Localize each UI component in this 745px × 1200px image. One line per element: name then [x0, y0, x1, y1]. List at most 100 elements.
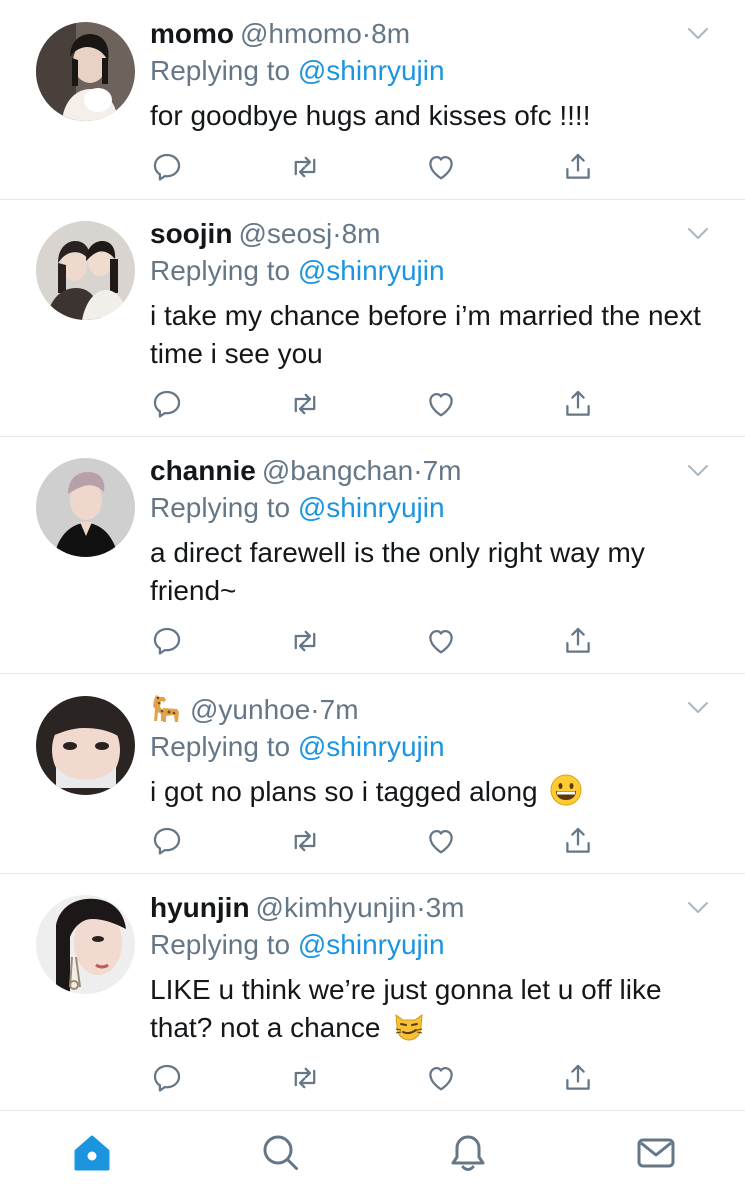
tweet[interactable]: @yunhoe·7m Replying to @shinryujin i got… — [0, 674, 745, 874]
like-icon[interactable] — [424, 824, 458, 858]
smirking-cat-icon — [392, 1009, 426, 1043]
reply-mention[interactable]: @shinryujin — [298, 492, 445, 523]
display-name[interactable]: hyunjin — [150, 892, 250, 923]
retweet-icon[interactable] — [288, 150, 322, 184]
avatar-hyunjin — [36, 895, 135, 994]
tweet-actions — [150, 1061, 610, 1097]
tweet-header: momo @hmomo·8m — [150, 17, 715, 51]
chevron-down-icon[interactable] — [687, 901, 709, 915]
reply-mention[interactable]: @shinryujin — [298, 731, 445, 762]
reply-context: Replying to @shinryujin — [150, 729, 715, 765]
avatar-channie — [36, 458, 135, 557]
avatar-soojin — [36, 221, 135, 320]
share-icon[interactable] — [561, 824, 595, 858]
search-icon[interactable] — [259, 1131, 303, 1175]
share-icon[interactable] — [561, 387, 595, 421]
tweet-actions — [150, 624, 610, 660]
reply-prefix: Replying to — [150, 55, 291, 86]
chevron-down-icon[interactable] — [687, 27, 709, 41]
chevron-down-icon[interactable] — [687, 227, 709, 241]
display-name[interactable]: channie — [150, 455, 256, 486]
handle[interactable]: @hmomo — [240, 18, 362, 49]
handle[interactable]: @kimhyunjin — [256, 892, 417, 923]
reply-icon[interactable] — [150, 1061, 184, 1095]
reply-prefix: Replying to — [150, 255, 291, 286]
separator-dot: · — [310, 694, 320, 725]
like-icon[interactable] — [424, 624, 458, 658]
reply-context: Replying to @shinryujin — [150, 53, 715, 89]
tweet[interactable]: soojin @seosj·8m Replying to @shinryujin … — [0, 200, 745, 437]
grinning-face-icon — [549, 773, 583, 807]
reply-icon[interactable] — [150, 387, 184, 421]
share-icon[interactable] — [561, 624, 595, 658]
reply-icon[interactable] — [150, 824, 184, 858]
reply-context: Replying to @shinryujin — [150, 490, 715, 526]
tweet-body: soojin @seosj·8m Replying to @shinryujin … — [150, 217, 715, 373]
tweet-text: i got no plans so i tagged along — [150, 773, 715, 811]
tweet[interactable]: channie @bangchan·7m Replying to @shinryu… — [0, 437, 745, 674]
tweet-actions — [150, 824, 610, 860]
tweet-header: channie @bangchan·7m — [150, 454, 715, 488]
reply-icon[interactable] — [150, 150, 184, 184]
separator-dot: · — [332, 218, 342, 249]
reply-mention[interactable]: @shinryujin — [298, 929, 445, 960]
tweet[interactable]: momo @hmomo·8m Replying to @shinryujin fo… — [0, 0, 745, 200]
reply-icon[interactable] — [150, 624, 184, 658]
separator-dot: · — [361, 18, 372, 49]
chevron-down-icon[interactable] — [687, 464, 709, 478]
separator-dot: · — [413, 455, 423, 486]
avatar[interactable] — [36, 458, 135, 557]
avatar[interactable] — [36, 696, 135, 795]
tweet-actions — [150, 150, 610, 186]
reply-context: Replying to @shinryujin — [150, 927, 715, 963]
tweet-text: for goodbye hugs and kisses ofc !!!! — [150, 100, 591, 131]
timestamp[interactable]: 7m — [423, 455, 462, 486]
handle[interactable]: @seosj — [238, 218, 332, 249]
avatar[interactable] — [36, 221, 135, 320]
reply-prefix: Replying to — [150, 492, 291, 523]
tweet-header: hyunjin @kimhyunjin·3m — [150, 891, 715, 925]
avatar[interactable] — [36, 895, 135, 994]
tweet-body: @yunhoe·7m Replying to @shinryujin i got… — [150, 691, 715, 811]
handle[interactable]: @yunhoe — [190, 694, 310, 725]
like-icon[interactable] — [424, 387, 458, 421]
giraffe-icon — [150, 691, 184, 725]
home-icon[interactable] — [70, 1131, 114, 1175]
reply-context: Replying to @shinryujin — [150, 253, 715, 289]
tweet-body: channie @bangchan·7m Replying to @shinryu… — [150, 454, 715, 610]
reply-mention[interactable]: @shinryujin — [298, 255, 445, 286]
share-icon[interactable] — [561, 150, 595, 184]
reply-prefix: Replying to — [150, 929, 291, 960]
retweet-icon[interactable] — [288, 624, 322, 658]
tweet-body: hyunjin @kimhyunjin·3m Replying to @shinr… — [150, 891, 715, 1047]
notifications-icon[interactable] — [446, 1131, 490, 1175]
messages-icon[interactable] — [634, 1131, 678, 1175]
separator-dot: · — [416, 892, 426, 923]
like-icon[interactable] — [424, 1061, 458, 1095]
tweet-actions — [150, 387, 610, 423]
share-icon[interactable] — [561, 1061, 595, 1095]
display-name[interactable]: soojin — [150, 218, 232, 249]
retweet-icon[interactable] — [288, 824, 322, 858]
tweet-body: momo @hmomo·8m Replying to @shinryujin fo… — [150, 17, 715, 135]
tweet-text: a direct farewell is the only right way … — [150, 537, 645, 606]
handle[interactable]: @bangchan — [262, 455, 413, 486]
reply-mention[interactable]: @shinryujin — [298, 55, 445, 86]
display-name[interactable]: momo — [150, 18, 234, 49]
avatar[interactable] — [36, 22, 135, 121]
timestamp[interactable]: 8m — [342, 218, 381, 249]
like-icon[interactable] — [424, 150, 458, 184]
tweet-header: @yunhoe·7m — [150, 691, 715, 727]
reply-prefix: Replying to — [150, 731, 291, 762]
timestamp[interactable]: 7m — [320, 694, 359, 725]
avatar-momo — [36, 22, 135, 121]
chevron-down-icon[interactable] — [687, 701, 709, 715]
timestamp[interactable]: 8m — [371, 18, 410, 49]
timestamp[interactable]: 3m — [426, 892, 465, 923]
tweet[interactable]: hyunjin @kimhyunjin·3m Replying to @shinr… — [0, 874, 745, 1111]
retweet-icon[interactable] — [288, 387, 322, 421]
retweet-icon[interactable] — [288, 1061, 322, 1095]
bottom-tab-bar — [0, 1110, 745, 1200]
tweet-header: soojin @seosj·8m — [150, 217, 715, 251]
tweet-text: i take my chance before i’m married the … — [150, 300, 701, 369]
